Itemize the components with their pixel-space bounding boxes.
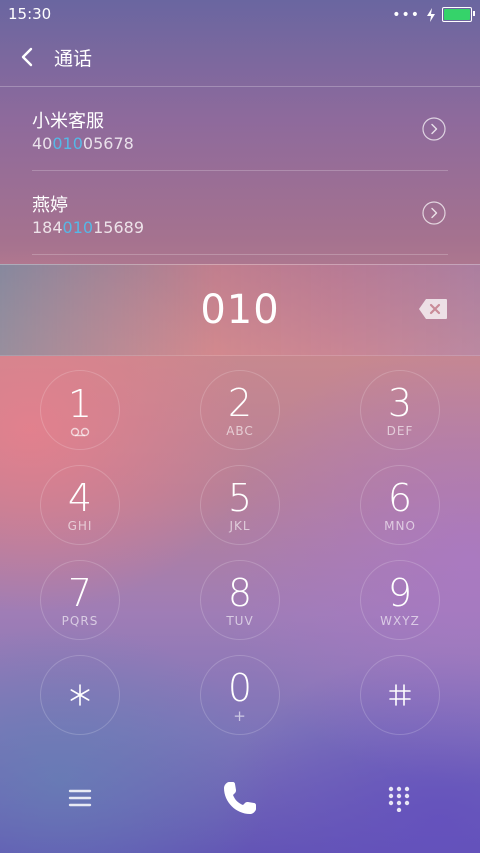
key-6[interactable]: 6 MNO bbox=[360, 465, 440, 545]
dial-input-bar: 010 bbox=[0, 264, 480, 356]
battery-level bbox=[444, 9, 470, 20]
number-suffix: 05678 bbox=[82, 134, 134, 153]
key-digit: 9 bbox=[387, 570, 413, 615]
dialed-number[interactable]: 010 bbox=[0, 287, 480, 333]
contact-number: 4001005678 bbox=[32, 134, 134, 153]
key-digit: 3 bbox=[387, 380, 413, 425]
key-digit: 6 bbox=[387, 475, 413, 520]
hash-icon bbox=[389, 684, 411, 706]
key-letters: DEF bbox=[386, 423, 414, 438]
key-star[interactable] bbox=[40, 655, 120, 735]
menu-icon[interactable] bbox=[68, 788, 92, 808]
bottom-bar bbox=[0, 760, 480, 840]
voicemail-icon bbox=[70, 427, 90, 436]
chevron-left-icon bbox=[21, 47, 33, 67]
key-letters: TUV bbox=[226, 613, 254, 628]
status-icons: ••• bbox=[392, 6, 475, 23]
contact-number: 18401015689 bbox=[32, 218, 144, 237]
number-match: 010 bbox=[62, 218, 94, 237]
divider bbox=[32, 254, 448, 255]
contact-row[interactable]: 燕婷 18401015689 bbox=[0, 171, 480, 255]
key-letters: GHI bbox=[67, 518, 93, 533]
phone-icon[interactable] bbox=[220, 778, 260, 818]
chevron-right-circle-icon[interactable] bbox=[422, 201, 446, 225]
asterisk-icon bbox=[70, 684, 90, 706]
key-digit: 1 bbox=[67, 381, 93, 426]
key-3[interactable]: 3 DEF bbox=[360, 370, 440, 450]
key-letters: ABC bbox=[226, 423, 254, 438]
key-9[interactable]: 9 WXYZ bbox=[360, 560, 440, 640]
contact-name: 小米客服 bbox=[32, 111, 104, 132]
key-digit: 2 bbox=[227, 380, 253, 425]
key-1[interactable]: 1 bbox=[40, 370, 120, 450]
chevron-right-circle-icon[interactable] bbox=[422, 117, 446, 141]
back-button[interactable] bbox=[14, 42, 40, 72]
contact-name: 燕婷 bbox=[32, 195, 68, 216]
key-letters: JKL bbox=[229, 518, 251, 533]
key-0[interactable]: 0 + bbox=[200, 655, 280, 735]
key-digit: 7 bbox=[67, 570, 93, 615]
key-digit: 0 bbox=[227, 665, 253, 710]
key-5[interactable]: 5 JKL bbox=[200, 465, 280, 545]
backspace-icon[interactable] bbox=[418, 298, 448, 320]
key-hash[interactable] bbox=[360, 655, 440, 735]
key-7[interactable]: 7 PQRS bbox=[40, 560, 120, 640]
status-time: 15:30 bbox=[8, 5, 52, 23]
key-letters: WXYZ bbox=[380, 613, 420, 628]
battery-icon bbox=[442, 7, 475, 22]
dialpad-icon[interactable] bbox=[388, 786, 410, 812]
number-prefix: 40 bbox=[32, 134, 53, 153]
key-digit: 5 bbox=[227, 475, 253, 520]
number-suffix: 15689 bbox=[93, 218, 144, 237]
charging-icon bbox=[427, 7, 435, 22]
key-digit: 4 bbox=[67, 475, 93, 520]
more-dots-icon: ••• bbox=[392, 6, 420, 23]
key-4[interactable]: 4 GHI bbox=[40, 465, 120, 545]
contact-results: 小米客服 4001005678 燕婷 18401015689 bbox=[0, 87, 480, 255]
key-8[interactable]: 8 TUV bbox=[200, 560, 280, 640]
key-letters: MNO bbox=[384, 518, 416, 533]
status-bar: 15:30 ••• bbox=[0, 0, 480, 28]
header: 通话 bbox=[0, 30, 480, 86]
key-letters: + bbox=[233, 706, 247, 725]
key-digit: 8 bbox=[227, 570, 253, 615]
contact-row[interactable]: 小米客服 4001005678 bbox=[0, 87, 480, 171]
key-2[interactable]: 2 ABC bbox=[200, 370, 280, 450]
number-match: 010 bbox=[52, 134, 83, 153]
page-title: 通话 bbox=[54, 48, 93, 70]
number-prefix: 184 bbox=[32, 218, 63, 237]
key-letters: PQRS bbox=[61, 613, 99, 628]
